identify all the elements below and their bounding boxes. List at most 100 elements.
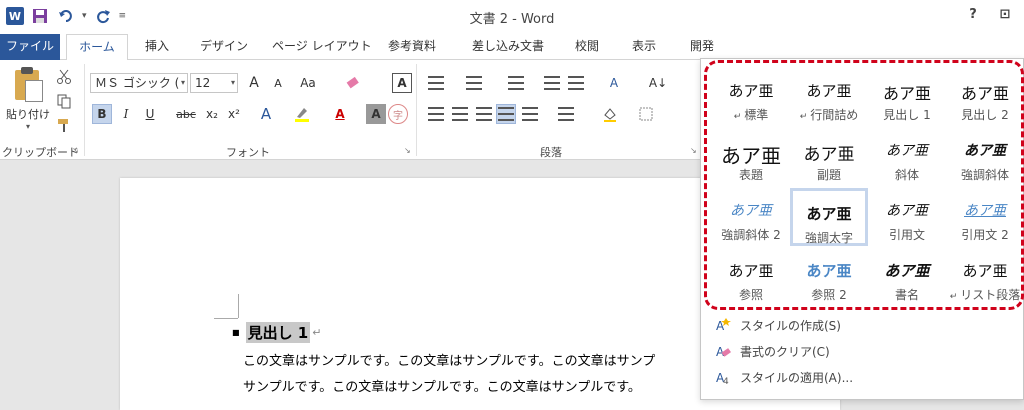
tab-developer[interactable]: 開発 [680,34,724,60]
bold-button[interactable]: B [92,104,112,124]
font-size-box[interactable]: 12 ▾ [190,73,238,93]
style-gallery-item[interactable]: あア亜 引用文 2 [946,188,1024,246]
font-name-box[interactable]: ＭＳ ゴシック ( ▾ [90,73,188,93]
style-name-text: 表題 [738,168,763,182]
asian-layout-icon[interactable]: A [604,73,624,93]
decrease-indent-icon[interactable] [542,73,562,93]
tab-references[interactable]: 参考資料 [378,34,446,60]
clipboard-group-label: クリップボード [2,146,79,159]
font-launcher-icon[interactable]: ↘ [404,146,411,155]
format-painter-icon[interactable] [54,116,74,134]
style-gallery-item[interactable]: あア亜 参照 [712,248,790,306]
subscript-button[interactable]: x₂ [202,104,222,124]
line-spacing-icon[interactable] [556,104,576,124]
paragraph-launcher-icon[interactable]: ↘ [690,146,697,155]
style-name-label: ↵ リスト段落 [946,286,1024,303]
tab-home[interactable]: ホーム [66,34,128,61]
style-gallery-item[interactable]: あア亜 見出し 2 [946,68,1024,126]
style-gallery-item[interactable]: あア亜 ↵ リスト段落 [946,248,1024,306]
copy-icon[interactable] [54,92,74,110]
style-sample-text: あア亜 [886,143,928,159]
tab-page-layout[interactable]: ページ レイアウト [262,34,382,60]
style-name-text: 強調太字 [804,231,853,245]
style-gallery-item[interactable]: あア亜 見出し 1 [868,68,946,126]
strikethrough-button[interactable]: abc [176,104,196,124]
help-button[interactable]: ? [964,7,982,22]
font-color-button[interactable]: A [330,104,350,124]
font-name-dropdown-icon[interactable]: ▾ [181,74,185,92]
clipboard-launcher-icon[interactable]: ↘ [72,146,79,155]
paragraph-group-label: 段落 [540,146,562,159]
style-sample-text: あア亜 [806,82,852,100]
cut-icon[interactable] [54,68,74,86]
tab-file[interactable]: ファイル [0,34,60,60]
style-gallery-item[interactable]: あア亜 引用文 [868,188,946,246]
highlight-color-icon[interactable] [292,104,312,124]
multilevel-list-icon[interactable] [506,73,526,93]
heading-paragraph[interactable]: ■ 見出し 1 ↵ [232,322,321,343]
paragraph-style-mark-icon: ↵ [949,292,958,302]
create-style-menu-item[interactable]: A スタイルの作成(S) [714,314,841,336]
paste-dropdown-icon[interactable]: ▾ [6,122,50,131]
style-gallery-item[interactable]: あア亜 書名 [868,248,946,306]
style-gallery-item[interactable]: あア亜 ↵ 標準 [712,68,790,126]
sort-icon[interactable]: A↓ [648,73,668,93]
clear-format-menu-item[interactable]: A 書式のクリア(C) [714,340,830,362]
numbering-icon[interactable] [464,73,484,93]
ribbon-tabs: ファイル ホーム 挿入 デザイン ページ レイアウト 参考資料 差し込み文書 校… [0,34,1024,61]
style-gallery-item[interactable]: あア亜 ↵ 行間詰め [790,68,868,126]
style-name-text: 見出し 1 [883,108,931,122]
shrink-font-button[interactable]: A [268,73,288,93]
style-sample-text: あア亜 [886,203,928,219]
italic-button[interactable]: I [116,104,136,124]
paragraph-style-mark-icon: ↵ [733,112,742,122]
change-case-button[interactable]: Aa [298,73,318,93]
style-name-label: 副題 [790,166,868,183]
enclose-characters-button[interactable]: 字 [388,104,408,124]
style-sample-text: あア亜 [884,262,930,280]
style-name-label: ↵ 行間詰め [790,106,868,123]
clear-format-icon: A [714,342,732,360]
shading-icon[interactable] [600,104,620,124]
apply-style-menu-item[interactable]: A4 スタイルの適用(A)... [714,366,853,388]
align-right-icon[interactable] [474,104,494,124]
clear-formatting-icon[interactable] [343,73,363,93]
style-name-label: 強調太字 [793,229,865,246]
style-name-label: ↵ 標準 [712,106,790,123]
tab-mailings[interactable]: 差し込み文書 [462,34,554,60]
character-shading-button[interactable]: A [366,104,386,124]
apply-style-icon: A4 [714,368,732,386]
justify-icon[interactable] [496,104,516,124]
tab-design[interactable]: デザイン [190,34,258,60]
grow-font-button[interactable]: A [244,73,264,93]
bullets-icon[interactable] [426,73,446,93]
tab-insert[interactable]: 挿入 [135,34,179,60]
ribbon-display-options-button[interactable]: ⊡ [996,7,1014,22]
style-gallery-item[interactable]: あア亜 強調斜体 [946,128,1024,186]
font-size-dropdown-icon[interactable]: ▾ [231,74,235,92]
style-gallery-item[interactable]: あア亜 強調斜体 2 [712,188,790,246]
heading-bullet-icon: ■ [232,328,240,337]
style-gallery-item[interactable]: あア亜 参照 2 [790,248,868,306]
underline-button[interactable]: U [140,104,160,124]
paste-label: 貼り付け [6,108,50,121]
paste-button[interactable]: 貼り付け ▾ [6,64,50,140]
increase-indent-icon[interactable] [566,73,586,93]
style-gallery-item[interactable]: あア亜 強調太字 [790,188,868,246]
superscript-button[interactable]: x² [224,104,244,124]
text-effects-button[interactable]: A [256,104,276,124]
body-text-line: この文章はサンプルです。この文章はサンプルです。この文章はサンプ [243,354,656,369]
style-gallery-item[interactable]: あア亜 斜体 [868,128,946,186]
style-name-label: 参照 [712,286,790,303]
align-center-icon[interactable] [450,104,470,124]
tab-review[interactable]: 校閲 [565,34,609,60]
character-border-button[interactable]: A [392,73,412,93]
style-gallery-item[interactable]: あア亜 表題 [712,128,790,186]
tab-view[interactable]: 表示 [622,34,666,60]
distributed-icon[interactable] [520,104,540,124]
style-name-text: 強調斜体 [960,168,1009,182]
borders-icon[interactable] [636,104,656,124]
align-left-icon[interactable] [426,104,446,124]
style-gallery-item[interactable]: あア亜 副題 [790,128,868,186]
clear-format-label: 書式のクリア(C) [740,344,830,359]
